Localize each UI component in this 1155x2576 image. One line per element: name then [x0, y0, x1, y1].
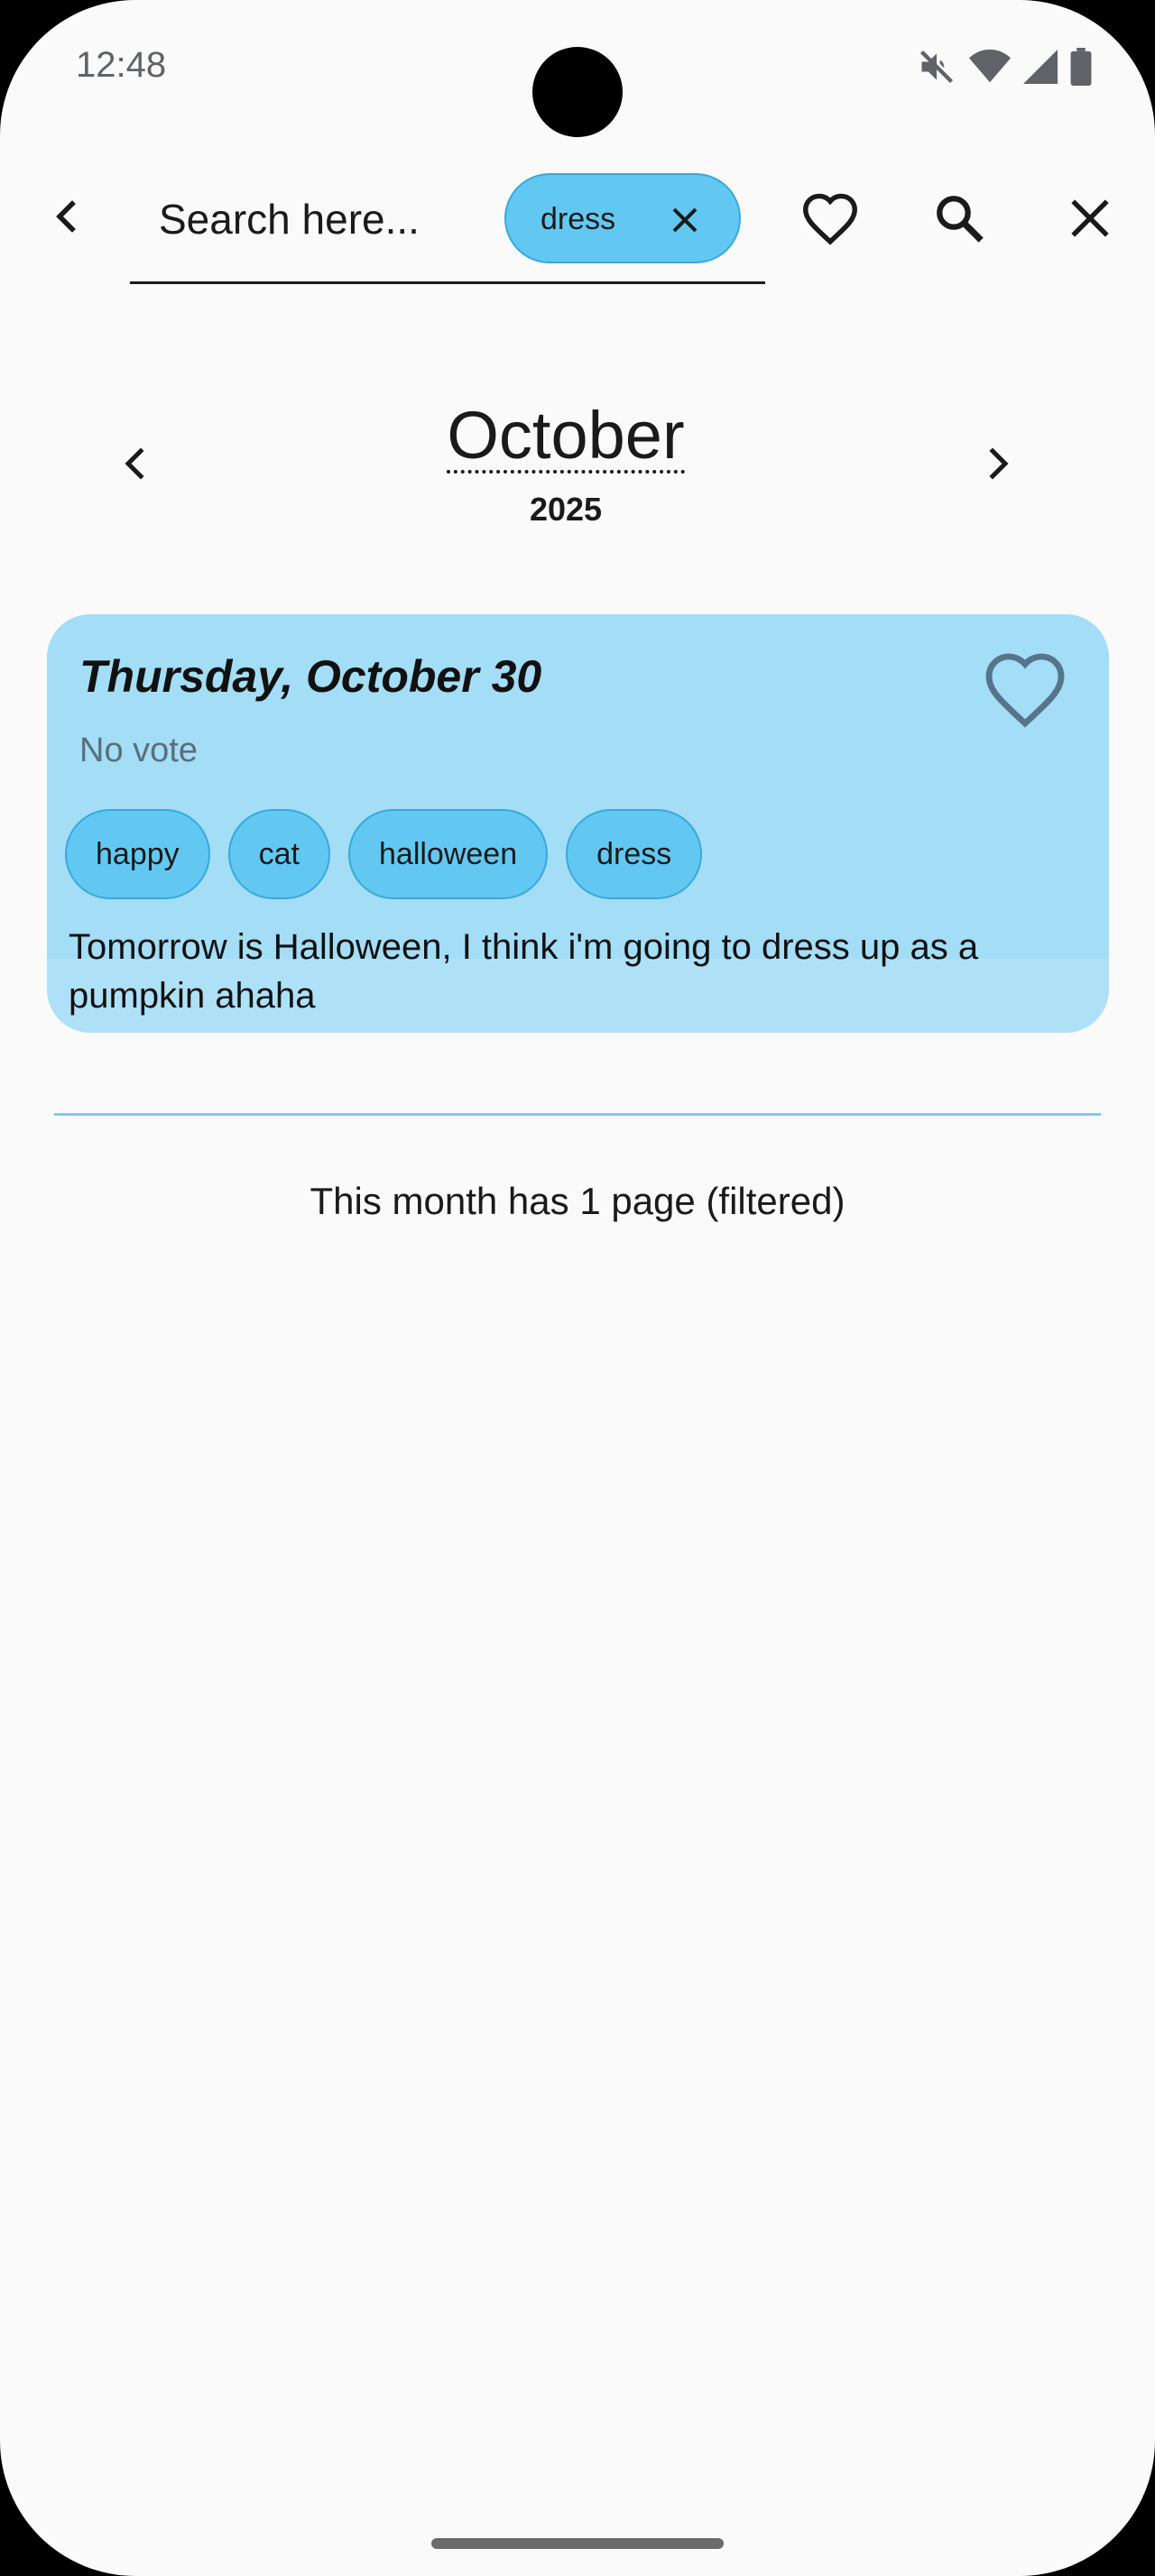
chevron-left-icon — [56, 200, 76, 233]
chip-close-icon[interactable] — [667, 202, 703, 238]
tag-chip[interactable]: halloween — [348, 809, 549, 899]
search-input[interactable] — [157, 182, 504, 256]
divider — [54, 1113, 1101, 1116]
filter-chip-label: dress — [541, 202, 616, 236]
diary-entry-card[interactable]: Thursday, October 30 No vote happy cat h… — [47, 614, 1109, 1033]
next-month-button[interactable] — [971, 431, 1025, 494]
favorites-button[interactable] — [794, 182, 866, 254]
battery-icon — [1070, 48, 1092, 86]
wifi-icon — [969, 49, 1011, 85]
month-name[interactable]: October — [447, 401, 685, 474]
page-count-text: This month has 1 page (filtered) — [310, 1180, 845, 1222]
top-app-bar: dress — [0, 162, 1155, 289]
close-icon — [1071, 199, 1109, 237]
phone-screen: 12:48 dress — [0, 0, 1155, 2576]
back-button[interactable] — [40, 189, 94, 244]
status-time: 12:48 — [76, 45, 167, 85]
signal-icon — [1023, 49, 1058, 85]
front-camera — [532, 47, 623, 137]
entry-favorite-button[interactable] — [982, 649, 1068, 730]
heart-outline-icon — [802, 193, 858, 245]
chevron-right-icon — [989, 447, 1009, 480]
search-icon — [937, 196, 984, 243]
tag-chip[interactable]: happy — [65, 809, 210, 899]
status-icons — [917, 47, 1092, 87]
entry-tags: happy cat halloween dress — [65, 809, 703, 899]
home-indicator[interactable] — [431, 2538, 724, 2549]
month-title[interactable]: October — [0, 397, 1132, 474]
tag-chip[interactable]: dress — [566, 809, 703, 899]
mute-icon — [917, 47, 956, 87]
heart-outline-icon — [985, 653, 1065, 728]
search-field[interactable]: dress — [130, 162, 765, 284]
entry-vote: No vote — [79, 731, 198, 769]
filter-chip-dress[interactable]: dress — [504, 173, 741, 263]
entry-text: Tomorrow is Halloween, I think i'm going… — [69, 927, 979, 1016]
search-button[interactable] — [923, 182, 995, 254]
close-search-button[interactable] — [1054, 182, 1126, 254]
month-year: 2025 — [529, 491, 603, 528]
entry-date: Thursday, October 30 — [79, 651, 542, 702]
tag-chip[interactable]: cat — [227, 809, 330, 899]
